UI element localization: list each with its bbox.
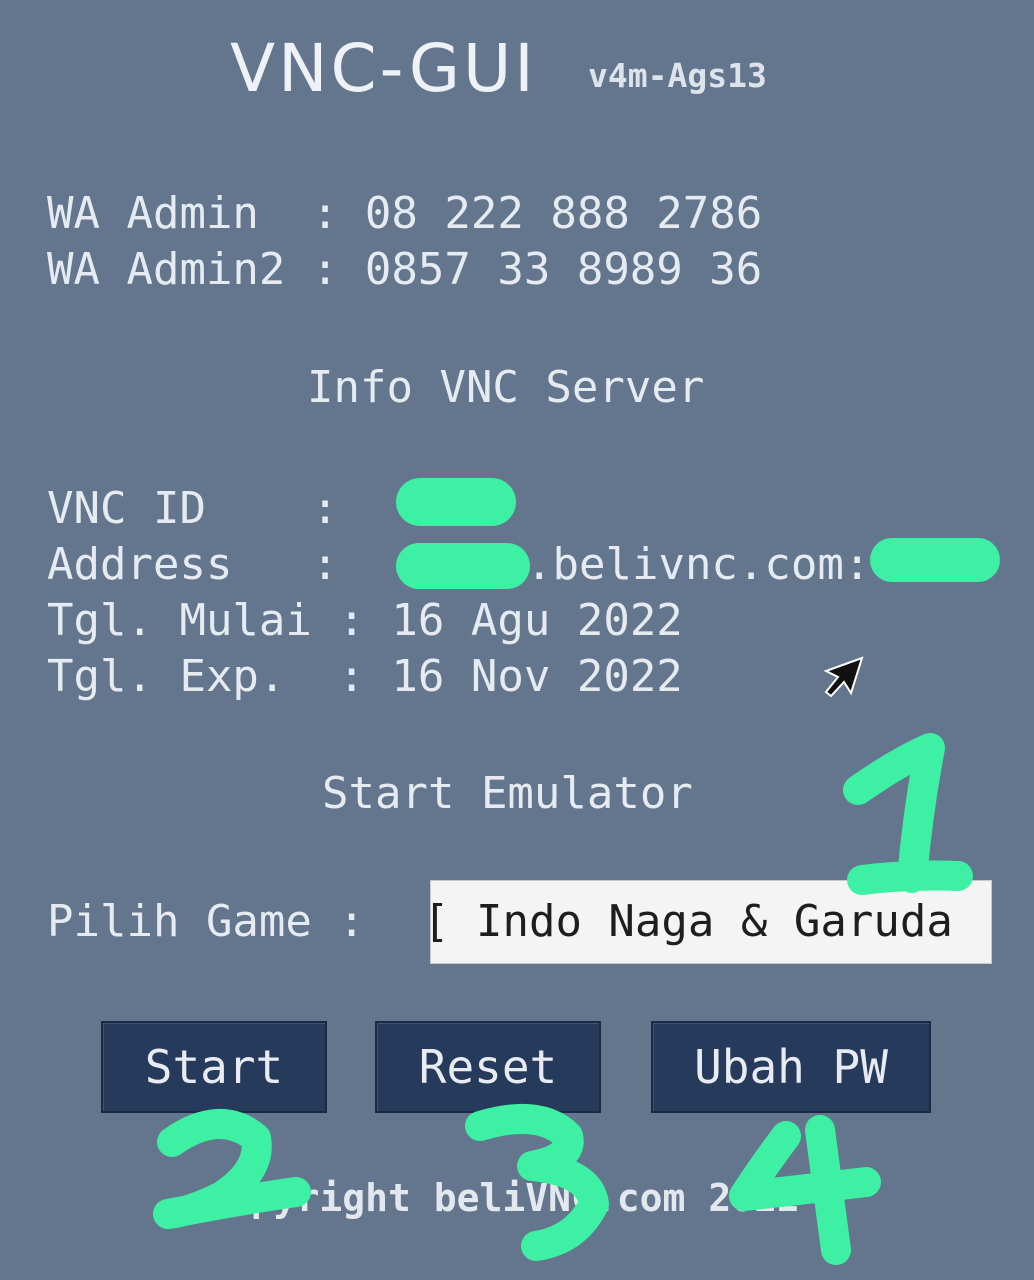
annotation-number-1 [843, 733, 973, 895]
change-password-button[interactable]: Ubah PW [651, 1021, 931, 1113]
vnc-id-separator: : [311, 483, 339, 534]
contact-row-admin2: WA Admin2 : 0857 33 8989 36 [47, 242, 762, 298]
reset-button[interactable]: Reset [375, 1021, 601, 1113]
game-select-value: [ Indo Naga & Garuda [430, 896, 953, 947]
contact-separator: : [311, 244, 339, 295]
contact-label: WA Admin2 [47, 244, 312, 295]
start-date-separator: : [338, 595, 365, 646]
contact-label: WA Admin [47, 188, 312, 239]
contact-phone: 0857 33 8989 36 [364, 244, 763, 295]
address-label: Address [47, 539, 312, 590]
redaction-address-host [396, 543, 530, 589]
app-version: v4m-Ags13 [588, 56, 767, 95]
game-select-label: Pilih Game : [47, 896, 365, 947]
vnc-id-row: VNC ID : [47, 481, 338, 537]
address-separator: : [311, 539, 339, 590]
start-emulator-heading: Start Emulator [322, 768, 693, 819]
address-value: .belivnc.com: [526, 539, 871, 590]
server-info-heading: Info VNC Server [307, 362, 705, 413]
address-row: Address : [47, 537, 338, 593]
start-date-value: 16 Agu 2022 [391, 595, 683, 646]
contact-separator: : [311, 188, 339, 239]
redaction-address-port [870, 538, 1000, 582]
vnc-id-label: VNC ID [47, 483, 312, 534]
copyright-text: Copyright beliVNC.com 2022 [205, 1176, 800, 1220]
contact-row-admin1: WA Admin : 08 222 888 2786 [47, 186, 762, 242]
start-button[interactable]: Start [101, 1021, 327, 1113]
start-date-label: Tgl. Mulai [47, 595, 312, 646]
contact-phone: 08 222 888 2786 [364, 188, 763, 239]
start-date-row: Tgl. Mulai : 16 Agu 2022 [47, 593, 683, 649]
exp-date-row: Tgl. Exp. : 16 Nov 2022 [47, 649, 683, 705]
app-title: VNC-GUI [230, 30, 537, 107]
redaction-vnc-id [396, 478, 516, 526]
exp-date-separator: : [338, 651, 365, 702]
exp-date-label: Tgl. Exp. [47, 651, 312, 702]
exp-date-value: 16 Nov 2022 [391, 651, 683, 702]
game-select[interactable]: [ Indo Naga & Garuda [430, 880, 992, 964]
